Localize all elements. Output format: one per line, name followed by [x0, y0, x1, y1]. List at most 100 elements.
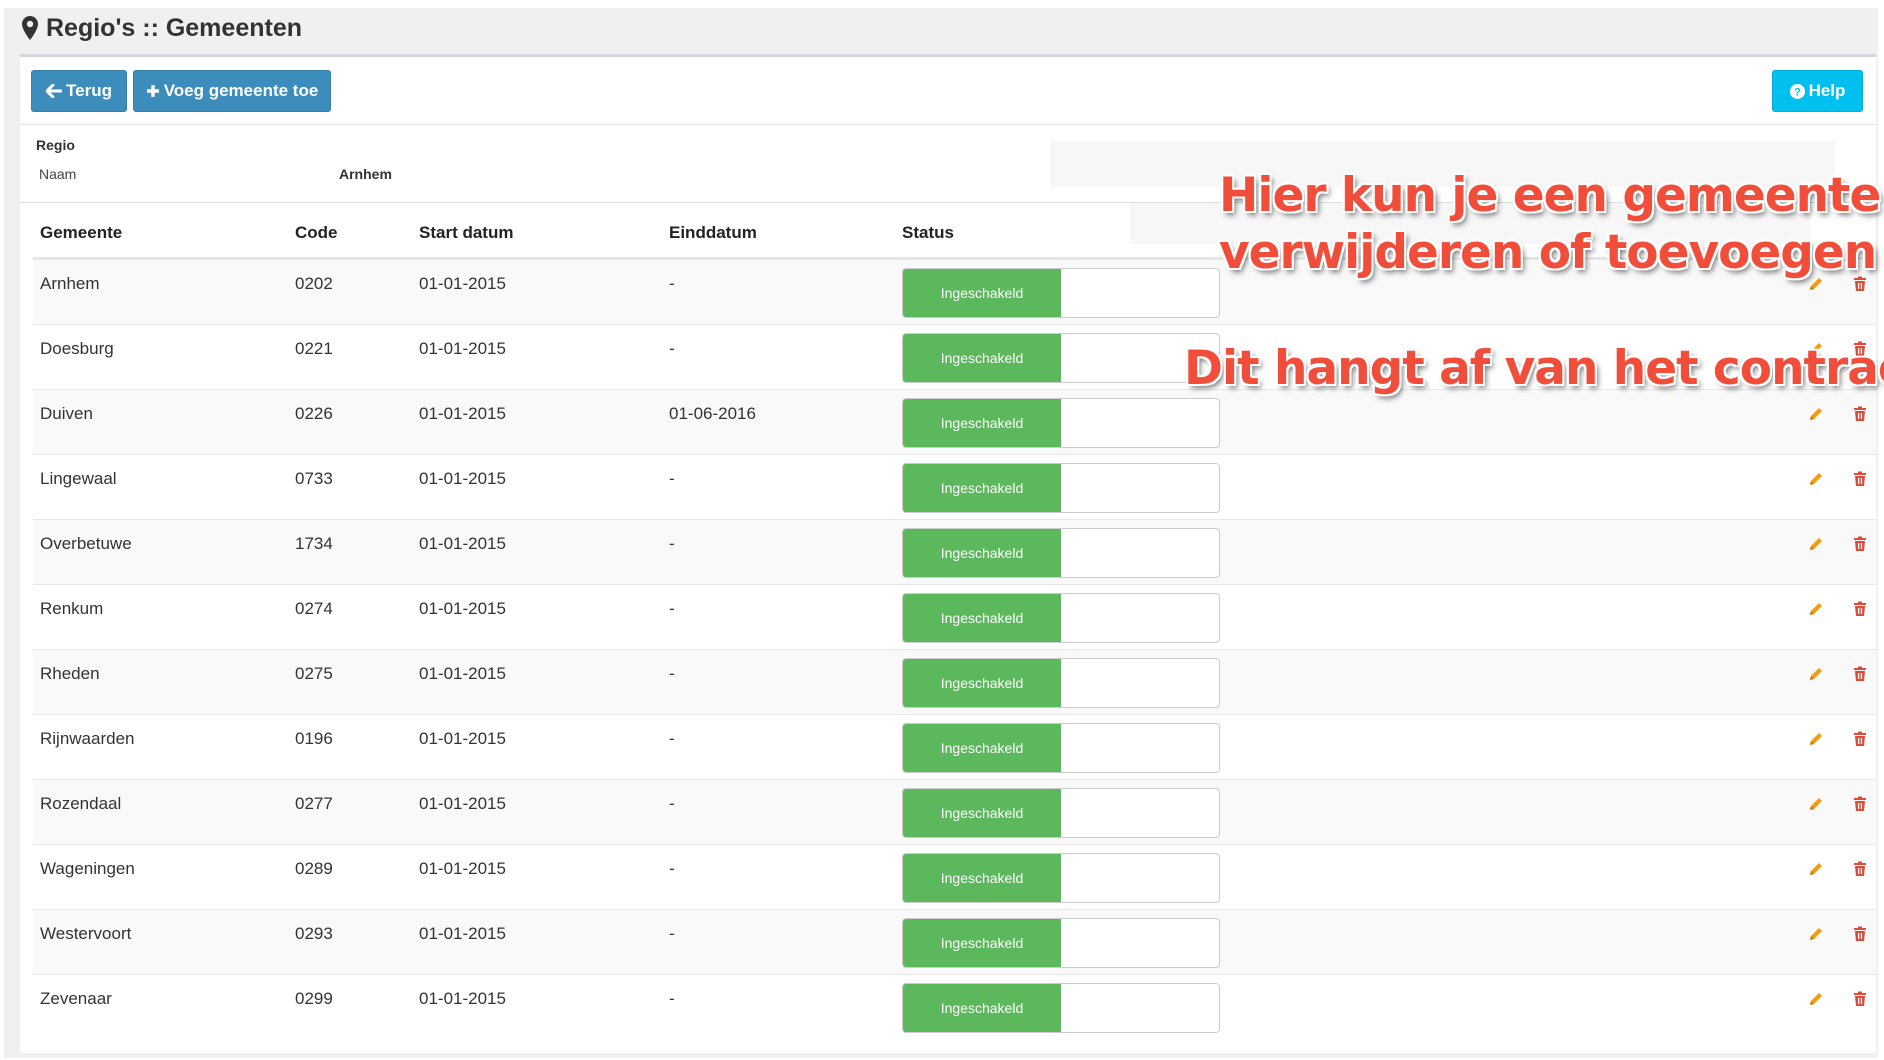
status-toggle[interactable]: Ingeschakeld — [902, 268, 1220, 318]
status-toggle[interactable]: Ingeschakeld — [902, 333, 1220, 383]
trash-icon[interactable] — [1853, 666, 1867, 682]
table-row: Zevenaar 0299 01-01-2015 - Ingeschakeld — [33, 974, 1876, 1039]
cell-code: 0221 — [295, 339, 333, 358]
add-gemeente-button[interactable]: Voeg gemeente toe — [133, 70, 331, 112]
pencil-icon[interactable] — [1808, 796, 1824, 812]
header-gemeente[interactable]: Gemeente — [40, 223, 122, 243]
pencil-icon[interactable] — [1808, 731, 1824, 747]
cell-gemeente: Zevenaar — [40, 989, 112, 1008]
header-status[interactable]: Status — [902, 223, 954, 243]
trash-icon[interactable] — [1853, 601, 1867, 617]
status-toggle-label: Ingeschakeld — [903, 659, 1061, 707]
help-button[interactable]: ? Help — [1772, 70, 1863, 112]
status-toggle[interactable]: Ingeschakeld — [902, 463, 1220, 513]
trash-icon[interactable] — [1853, 926, 1867, 942]
status-toggle-label: Ingeschakeld — [903, 789, 1061, 837]
cell-start-datum: 01-01-2015 — [419, 339, 506, 358]
cell-code: 0277 — [295, 794, 333, 813]
back-button[interactable]: Terug — [31, 70, 127, 112]
header-start-datum[interactable]: Start datum — [419, 223, 513, 243]
help-button-label: Help — [1808, 81, 1846, 100]
trash-icon[interactable] — [1853, 796, 1867, 812]
cell-start-datum: 01-01-2015 — [419, 534, 506, 553]
status-toggle[interactable]: Ingeschakeld — [902, 983, 1220, 1033]
trash-icon[interactable] — [1853, 861, 1867, 877]
status-toggle[interactable]: Ingeschakeld — [902, 658, 1220, 708]
pencil-icon[interactable] — [1808, 471, 1824, 487]
table-row: Renkum 0274 01-01-2015 - Ingeschakeld — [33, 584, 1876, 649]
status-toggle-label: Ingeschakeld — [903, 919, 1061, 967]
pencil-icon[interactable] — [1808, 926, 1824, 942]
cell-gemeente: Doesburg — [40, 339, 114, 358]
cell-start-datum: 01-01-2015 — [419, 859, 506, 878]
table-row: Rheden 0275 01-01-2015 - Ingeschakeld — [33, 649, 1876, 714]
trash-icon[interactable] — [1853, 471, 1867, 487]
header-einddatum[interactable]: Einddatum — [669, 223, 757, 243]
arrow-left-icon — [46, 84, 63, 98]
toolbar: Terug Voeg gemeente toe ? Help — [20, 57, 1876, 125]
status-toggle[interactable]: Ingeschakeld — [902, 853, 1220, 903]
cell-code: 0289 — [295, 859, 333, 878]
annotation-line-1: Hier kun je een gemeente — [1219, 168, 1881, 223]
cell-start-datum: 01-01-2015 — [419, 469, 506, 488]
cell-gemeente: Lingewaal — [40, 469, 117, 488]
status-toggle-label: Ingeschakeld — [903, 464, 1061, 512]
cell-gemeente: Rijnwaarden — [40, 729, 135, 748]
cell-code: 1734 — [295, 534, 333, 553]
status-toggle-label: Ingeschakeld — [903, 399, 1061, 447]
table-row: Rijnwaarden 0196 01-01-2015 - Ingeschakeld — [33, 714, 1876, 779]
pencil-icon[interactable] — [1808, 536, 1824, 552]
status-toggle-label: Ingeschakeld — [903, 529, 1061, 577]
gemeenten-table: Gemeente Code Start datum Einddatum Stat… — [33, 207, 1876, 1039]
cell-gemeente: Overbetuwe — [40, 534, 132, 553]
cell-einddatum: - — [669, 794, 675, 813]
cell-gemeente: Rozendaal — [40, 794, 122, 813]
cell-einddatum: - — [669, 274, 675, 293]
regio-name-label: Naam — [39, 166, 77, 182]
status-toggle[interactable]: Ingeschakeld — [902, 528, 1220, 578]
status-toggle[interactable]: Ingeschakeld — [902, 593, 1220, 643]
status-toggle[interactable]: Ingeschakeld — [902, 918, 1220, 968]
pencil-icon[interactable] — [1808, 406, 1824, 422]
header-code[interactable]: Code — [295, 223, 338, 243]
pencil-icon[interactable] — [1808, 991, 1824, 1007]
trash-icon[interactable] — [1853, 731, 1867, 747]
cell-einddatum: - — [669, 859, 675, 878]
cell-gemeente: Duiven — [40, 404, 93, 423]
cell-code: 0275 — [295, 664, 333, 683]
pencil-icon[interactable] — [1808, 601, 1824, 617]
status-toggle[interactable]: Ingeschakeld — [902, 723, 1220, 773]
map-marker-icon — [22, 16, 38, 40]
status-toggle-label: Ingeschakeld — [903, 334, 1061, 382]
regio-name-value: Arnhem — [339, 166, 392, 182]
trash-icon[interactable] — [1853, 991, 1867, 1007]
cell-einddatum: - — [669, 339, 675, 358]
cell-start-datum: 01-01-2015 — [419, 729, 506, 748]
add-gemeente-button-label: Voeg gemeente toe — [163, 81, 319, 100]
cell-einddatum: - — [669, 469, 675, 488]
cell-code: 0226 — [295, 404, 333, 423]
status-toggle[interactable]: Ingeschakeld — [902, 398, 1220, 448]
table-row: Westervoort 0293 01-01-2015 - Ingeschakeld — [33, 909, 1876, 974]
back-button-label: Terug — [66, 81, 112, 100]
pencil-icon[interactable] — [1808, 861, 1824, 877]
cell-einddatum: - — [669, 534, 675, 553]
status-toggle-label: Ingeschakeld — [903, 984, 1061, 1032]
page-header: Regio's :: Gemeenten — [22, 12, 302, 44]
regio-section-title: Regio — [36, 137, 75, 153]
trash-icon[interactable] — [1853, 536, 1867, 552]
table-row: Wageningen 0289 01-01-2015 - Ingeschakeld — [33, 844, 1876, 909]
table-row: Duiven 0226 01-01-2015 01-06-2016 Ingeschake… — [33, 389, 1876, 454]
status-toggle[interactable]: Ingeschakeld — [902, 788, 1220, 838]
cell-einddatum: - — [669, 599, 675, 618]
cell-einddatum: - — [669, 989, 675, 1008]
cell-einddatum: 01-06-2016 — [669, 404, 756, 423]
cell-einddatum: - — [669, 924, 675, 943]
table-row: Lingewaal 0733 01-01-2015 - Ingeschakeld — [33, 454, 1876, 519]
trash-icon[interactable] — [1853, 406, 1867, 422]
cell-code: 0299 — [295, 989, 333, 1008]
cell-start-datum: 01-01-2015 — [419, 599, 506, 618]
status-toggle-label: Ingeschakeld — [903, 854, 1061, 902]
pencil-icon[interactable] — [1808, 666, 1824, 682]
table-row: Overbetuwe 1734 01-01-2015 - Ingeschakeld — [33, 519, 1876, 584]
